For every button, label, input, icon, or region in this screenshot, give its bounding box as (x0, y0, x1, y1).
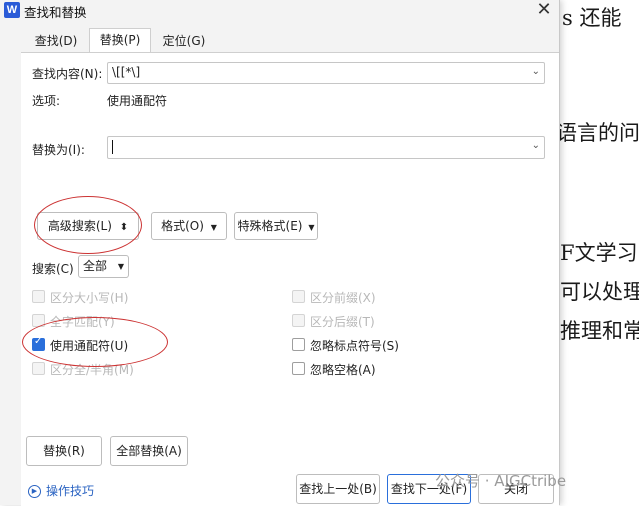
special-format-label: 特殊格式(E) (237, 219, 303, 233)
find-replace-dialog: W 查找和替换 ✕ 查找(D) 替换(P) 定位(G) 查找内容(N): \[[… (0, 0, 560, 506)
tips-label: 操作技巧 (46, 484, 95, 498)
checkbox-label: 区分大小写(H) (50, 291, 129, 305)
find-label: 查找内容(N): (32, 67, 103, 81)
checkbox-label: 忽略标点符号(S) (310, 339, 399, 353)
replace-all-button[interactable]: 全部替换(A) (110, 436, 188, 466)
checkbox-label: 忽略空格(A) (310, 363, 376, 377)
dropdown-arrow-icon: ▼ (117, 262, 124, 271)
annotation-circle (22, 317, 168, 367)
watermark: 公众号 · AIGCtribe (435, 472, 567, 490)
chevron-down-icon[interactable]: ⌄ (532, 66, 540, 77)
title-bar[interactable]: W 查找和替换 ✕ (0, 0, 559, 24)
background-text: 推理和常 (560, 319, 639, 343)
special-format-button[interactable]: 特殊格式(E) ▼ (234, 212, 318, 240)
find-input[interactable]: \[[*\] ⌄ (107, 62, 545, 84)
chevron-down-icon[interactable]: ⌄ (532, 140, 540, 151)
tips-link[interactable]: ▶ 操作技巧 (28, 482, 94, 499)
replace-button[interactable]: 替换(R) (26, 436, 102, 466)
checkbox-box (292, 362, 305, 375)
tab-find[interactable]: 查找(D) (30, 30, 82, 52)
tab-goto[interactable]: 定位(G) (156, 30, 212, 52)
tab-replace[interactable]: 替换(P) (89, 28, 151, 54)
annotation-circle (34, 196, 142, 254)
format-label: 格式(O) (161, 219, 204, 233)
checkbox-label: 区分后缀(T) (310, 315, 375, 329)
find-value: \[[*\] (112, 65, 141, 79)
find-previous-button[interactable]: 查找上一处(B) (296, 474, 380, 504)
search-label: 搜索(C) (32, 262, 74, 276)
checkbox-box (292, 338, 305, 351)
checkbox-label: 区分前缀(X) (310, 291, 376, 305)
options-value: 使用通配符 (107, 94, 168, 108)
dropdown-arrow-icon: ▼ (308, 223, 315, 232)
text-cursor (112, 140, 113, 154)
background-text: s 还能 (562, 6, 622, 30)
options-label: 选项: (32, 94, 61, 108)
format-button[interactable]: 格式(O) ▼ (151, 212, 227, 240)
replace-input[interactable]: ⌄ (107, 136, 545, 159)
dropdown-arrow-icon: ▼ (210, 223, 217, 232)
background-text: 可以处理 (560, 280, 639, 304)
checkbox-box (32, 362, 45, 375)
checkbox-box (292, 290, 305, 303)
dialog-title: 查找和替换 (24, 5, 87, 20)
wps-icon: W (4, 2, 20, 18)
checkbox-box (32, 290, 45, 303)
checkbox-box (292, 314, 305, 327)
background-text: 语言的问 (556, 121, 639, 145)
search-scope-select[interactable]: 全部 ▼ (78, 255, 129, 278)
search-scope-value: 全部 (83, 259, 108, 273)
background-text: F文学习 (560, 241, 638, 265)
play-icon: ▶ (28, 485, 41, 498)
close-icon[interactable]: ✕ (535, 0, 553, 20)
replace-label: 替换为(I): (32, 143, 85, 157)
